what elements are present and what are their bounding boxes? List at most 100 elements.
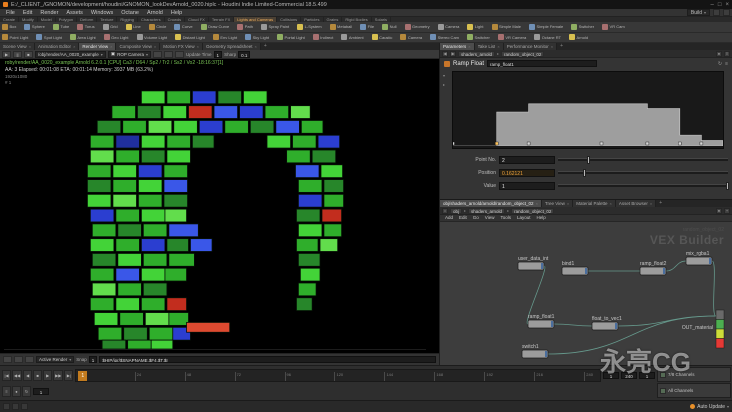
forward-icon[interactable]: ▶ — [450, 50, 456, 57]
shelf-tool-simple-female[interactable]: Simple Female — [529, 23, 563, 30]
shelf-tool-line[interactable]: Line — [125, 23, 141, 30]
update-time-field[interactable]: 1 — [213, 50, 223, 58]
ramp-point-handle[interactable] — [495, 141, 499, 146]
refresh-icon[interactable]: ↻ — [718, 61, 722, 67]
slider-handle[interactable] — [583, 169, 587, 177]
param-slider[interactable] — [558, 169, 728, 177]
network-menu-view[interactable]: View — [482, 214, 498, 222]
close-tab-icon[interactable]: × — [154, 44, 156, 49]
shelf-tool-simple-male[interactable]: Simple Male — [491, 23, 521, 30]
menu-windows[interactable]: Windows — [87, 9, 117, 17]
pin-icon[interactable]: ● — [716, 50, 722, 57]
shelf-tool-spot-light[interactable]: Spot Light — [36, 34, 62, 41]
pane-tab-take-list[interactable]: Take List × — [474, 43, 504, 50]
snapshot-toggle[interactable] — [164, 50, 174, 58]
menu-arnold[interactable]: Arnold — [143, 9, 167, 17]
desktop-selector[interactable]: Build ▾ — [686, 9, 710, 16]
memory-icon[interactable] — [21, 403, 28, 410]
shelf-tool-ambient[interactable]: Ambient — [341, 34, 364, 41]
shelf-tool-curve[interactable]: Curve — [174, 23, 193, 30]
chevron-down-icon[interactable]: ▾ — [727, 404, 729, 409]
shelf-tool-torus[interactable]: Torus — [77, 23, 95, 30]
pane-tab-scene-view[interactable]: Scene View × — [0, 43, 36, 50]
sharp-field[interactable]: 0.1 — [238, 50, 251, 58]
pane-tab-composite-view[interactable]: Composite View × — [116, 43, 161, 50]
shelf-tool-vr-cam[interactable]: VR Cam — [602, 23, 625, 30]
display-mode-button-1[interactable] — [3, 356, 12, 363]
range-start-field[interactable]: 1 — [603, 372, 619, 379]
pin-icon[interactable]: ● — [716, 207, 722, 214]
pane-tab-parameters[interactable]: Parameters × — [440, 43, 475, 50]
node-out-material[interactable]: OUT_material — [682, 309, 725, 349]
shelf-tool-arnold[interactable]: Arnold — [569, 34, 588, 41]
camera-selector[interactable]: ▣ ROP Camera ▾ — [107, 50, 152, 58]
ramp-point-handle[interactable] — [599, 141, 604, 146]
render-region-toggle[interactable] — [153, 50, 163, 58]
help-icon[interactable] — [12, 403, 19, 410]
menu-icon[interactable]: ≡ — [724, 50, 730, 57]
close-tab-icon[interactable]: × — [110, 44, 112, 49]
display-flag[interactable] — [663, 268, 666, 274]
menubar-tool-icon-2[interactable] — [723, 9, 730, 16]
expand-arrow-icon[interactable]: ▸ — [443, 82, 445, 87]
display-flag[interactable] — [545, 351, 548, 357]
shelf-tool-spray-paint[interactable]: Spray Paint — [260, 23, 289, 30]
shelf-tool-light[interactable]: Light — [467, 23, 484, 30]
node-user-data-int[interactable]: user_data_int — [517, 256, 549, 271]
range-end-field[interactable]: 240 — [621, 372, 637, 379]
pane-tab-render-view[interactable]: Render View × — [79, 43, 117, 50]
transport-button-1[interactable]: ◀◀ — [12, 370, 23, 381]
param-value-field[interactable]: 1 — [499, 181, 555, 190]
display-mode-button-3[interactable] — [25, 356, 34, 363]
node-graph[interactable]: user_data_int bind1 ramp_float2 mix_rgba1ra… — [440, 222, 732, 365]
preview-toggle[interactable] — [175, 50, 185, 58]
node-name-field[interactable]: ramp_float1 — [487, 60, 598, 67]
scoped-channels-button[interactable]: 7/8 Channels — [657, 367, 731, 382]
param-slider[interactable] — [558, 182, 729, 190]
shelf-tool-switcher[interactable]: Switcher — [571, 23, 594, 30]
shelf-tool-sphere[interactable]: Sphere — [24, 23, 45, 30]
network-menu-layout[interactable]: Layout — [514, 214, 534, 222]
display-flag[interactable] — [551, 321, 554, 327]
pane-tab-tree-view[interactable]: Tree View × — [541, 200, 574, 207]
new-tab-button[interactable]: + — [557, 43, 566, 50]
pane-tab-material-palette[interactable]: Material Palette × — [573, 200, 616, 207]
new-tab-button[interactable]: + — [656, 200, 665, 207]
shelf-tool-point-light[interactable]: Point Light — [2, 34, 28, 41]
menu-edit[interactable]: Edit — [19, 9, 36, 17]
playbar-toggle-0[interactable]: ≡ — [2, 386, 11, 397]
pause-render-button[interactable]: || — [13, 50, 22, 58]
close-tab-icon[interactable]: × — [650, 201, 652, 206]
close-tab-icon[interactable]: × — [29, 44, 31, 49]
add-icon[interactable]: + — [724, 207, 730, 214]
node-ramp-float2[interactable]: ramp_float2 — [639, 261, 667, 276]
display-flag[interactable] — [615, 323, 618, 329]
shelf-tool-switcher[interactable]: Switcher — [467, 34, 490, 41]
pane-tab-performance-monitor[interactable]: Performance Monitor × — [503, 43, 558, 50]
close-tab-icon[interactable]: × — [73, 44, 75, 49]
ramp-point-handle[interactable] — [645, 141, 650, 146]
transport-button-2[interactable]: ◀ — [23, 370, 33, 381]
shelf-tool-sky-light[interactable]: Sky Light — [245, 34, 269, 41]
display-mode-button-2[interactable] — [14, 356, 23, 363]
pane-tab-asset-browser[interactable]: Asset Browser × — [615, 200, 657, 207]
pane-tab-motion-fx-view[interactable]: Motion FX View × — [160, 43, 203, 50]
close-tab-icon[interactable]: × — [610, 201, 612, 206]
shelf-tool-distant-light[interactable]: Distant Light — [175, 34, 205, 41]
minimize-button[interactable]: – — [711, 2, 714, 8]
param-value-field[interactable]: 0.162121 — [499, 168, 555, 177]
transport-button-6[interactable]: ▶| — [64, 370, 74, 381]
display-flag[interactable] — [541, 263, 544, 269]
playhead[interactable]: 1 — [78, 371, 88, 381]
node-switch1[interactable]: switch1 — [521, 344, 549, 359]
stop-render-button[interactable]: ■ — [24, 50, 33, 58]
ramp-curve[interactable] — [451, 72, 724, 147]
network-editor[interactable]: random_object_02 VEX Builder user_data_i… — [440, 222, 732, 365]
close-tab-icon[interactable]: × — [497, 44, 499, 49]
shelf-tool-l-system[interactable]: L-System — [297, 23, 322, 30]
network-menu-go[interactable]: Go — [470, 214, 482, 222]
shelf-tool-vr-camera[interactable]: VR Camera — [497, 34, 526, 41]
shelf-tool-caustic[interactable]: Caustic — [371, 34, 392, 41]
node-bind1[interactable]: bind1 — [561, 261, 589, 276]
shelf-tool-tube[interactable]: Tube — [52, 23, 69, 30]
